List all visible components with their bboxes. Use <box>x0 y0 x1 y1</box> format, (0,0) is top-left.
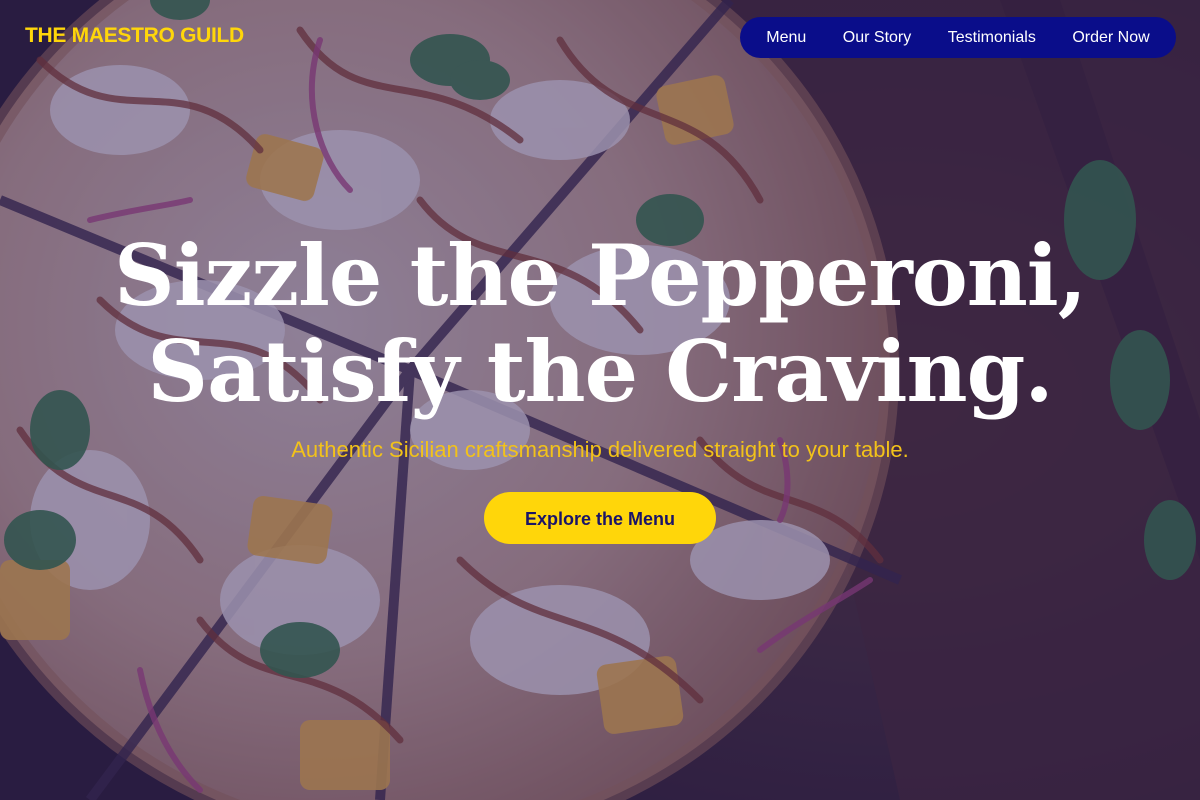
nav-link-our-story[interactable]: Our Story <box>843 29 911 47</box>
main-nav: Menu Our Story Testimonials Order Now <box>740 17 1176 58</box>
nav-link-testimonials[interactable]: Testimonials <box>948 29 1036 47</box>
hero-section: Sizzle the Pepperoni, Satisfy the Cravin… <box>0 228 1200 544</box>
hero-title: Sizzle the Pepperoni, Satisfy the Cravin… <box>100 228 1100 420</box>
nav-link-menu[interactable]: Menu <box>766 29 806 47</box>
nav-link-order-now[interactable]: Order Now <box>1072 29 1149 47</box>
hero-title-line-2: Satisfy the Craving. <box>147 322 1053 421</box>
hero-subtitle: Authentic Sicilian craftsmanship deliver… <box>291 437 909 462</box>
hero-title-line-1: Sizzle the Pepperoni, <box>114 226 1087 325</box>
brand-logo[interactable]: THE MAESTRO GUILD <box>25 24 244 48</box>
explore-menu-button[interactable]: Explore the Menu <box>484 492 716 544</box>
